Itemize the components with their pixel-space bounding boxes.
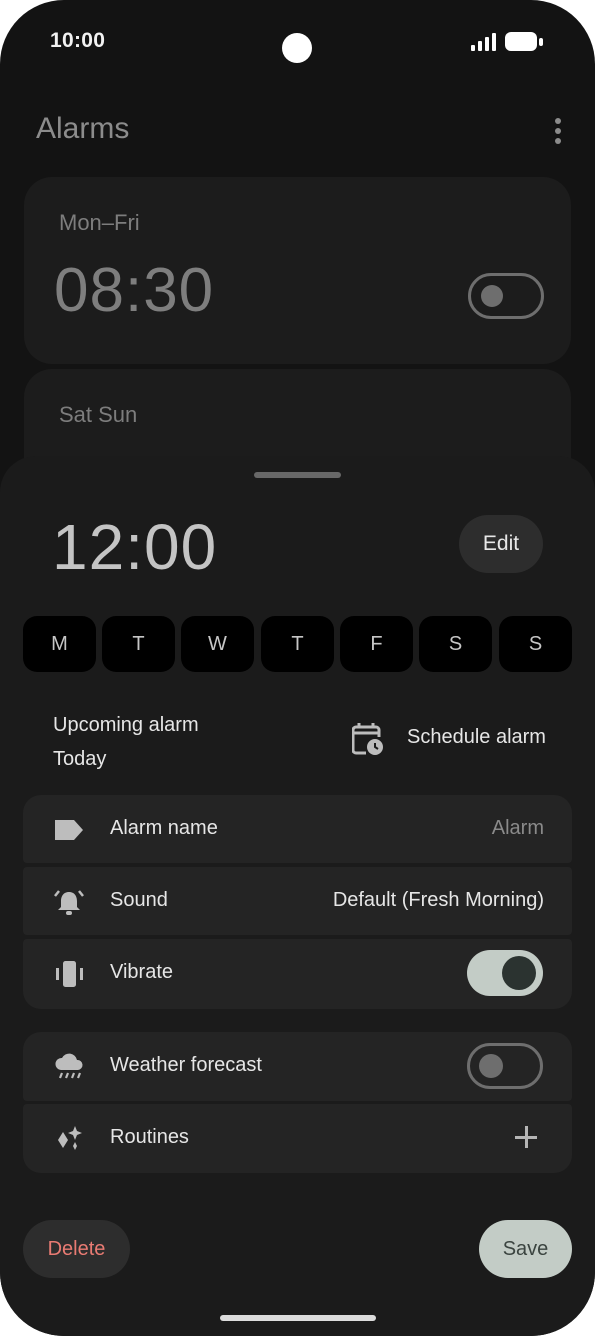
alarm-time: 08:30	[54, 256, 215, 325]
alarm-bell-icon	[54, 890, 84, 915]
phone-screen: 10:00 Alarms Mon–Fri 08:30 Sat Sun 12:00	[0, 0, 595, 1336]
alarm-name-value: Alarm	[491, 817, 544, 839]
save-button[interactable]: Save	[479, 1220, 572, 1278]
sound-label: Sound	[110, 889, 168, 911]
camera-cutout	[282, 33, 312, 63]
upcoming-alarm-info: Upcoming alarm Today	[53, 708, 199, 776]
routines-label: Routines	[110, 1126, 189, 1148]
drag-handle[interactable]	[254, 472, 341, 478]
day-button[interactable]: T	[102, 616, 175, 672]
weather-toggle[interactable]	[467, 1043, 543, 1089]
upcoming-label: Upcoming alarm	[53, 714, 199, 736]
vibrate-icon	[56, 961, 83, 987]
sound-row[interactable]: Sound Default (Fresh Morning)	[23, 867, 572, 935]
page-title: Alarms	[36, 112, 130, 145]
calendar-clock-icon	[352, 723, 383, 755]
day-button[interactable]: F	[340, 616, 413, 672]
schedule-alarm-label: Schedule alarm	[407, 726, 546, 748]
alarm-card[interactable]: Mon–Fri 08:30	[24, 177, 571, 364]
home-indicator[interactable]	[220, 1315, 376, 1321]
alarm-name-row[interactable]: Alarm name Alarm	[23, 795, 572, 863]
alarm-toggle[interactable]	[468, 273, 544, 319]
day-button[interactable]: S	[499, 616, 572, 672]
upcoming-value: Today	[53, 748, 107, 770]
day-button[interactable]: S	[419, 616, 492, 672]
routines-row[interactable]: Routines	[23, 1104, 572, 1173]
more-vert-icon[interactable]	[540, 113, 576, 149]
extras-group: Weather forecast Routines	[23, 1032, 572, 1173]
alarm-days: Mon–Fri	[59, 210, 140, 235]
edit-button[interactable]: Edit	[459, 515, 543, 573]
vibrate-toggle[interactable]	[467, 950, 543, 996]
alarm-days: Sat Sun	[59, 402, 138, 427]
weather-icon	[55, 1053, 83, 1079]
settings-group: Alarm name Alarm Sound Default (Fresh Mo…	[23, 795, 572, 1009]
label-icon	[55, 820, 83, 840]
delete-button[interactable]: Delete	[23, 1220, 130, 1278]
day-button[interactable]: M	[23, 616, 96, 672]
day-selector: M T W T F S S	[23, 616, 573, 673]
alarm-editor-sheet: 12:00 Edit M T W T F S S Upcoming alarm …	[0, 456, 595, 1336]
signal-icon	[471, 33, 499, 51]
alarm-name-label: Alarm name	[110, 817, 218, 839]
battery-icon	[505, 32, 543, 52]
plus-icon[interactable]	[513, 1124, 539, 1150]
weather-row[interactable]: Weather forecast	[23, 1032, 572, 1101]
vibrate-label: Vibrate	[110, 961, 174, 983]
day-button[interactable]: T	[261, 616, 334, 672]
app-header: Alarms	[0, 95, 595, 165]
sparkle-icon	[58, 1126, 82, 1150]
day-button[interactable]: W	[181, 616, 254, 672]
sound-value: Default (Fresh Morning)	[332, 889, 544, 911]
weather-label: Weather forecast	[110, 1054, 262, 1076]
status-bar: 10:00	[0, 0, 595, 90]
editor-time[interactable]: 12:00	[52, 510, 217, 584]
status-time: 10:00	[50, 29, 106, 52]
vibrate-row[interactable]: Vibrate	[23, 939, 572, 1009]
